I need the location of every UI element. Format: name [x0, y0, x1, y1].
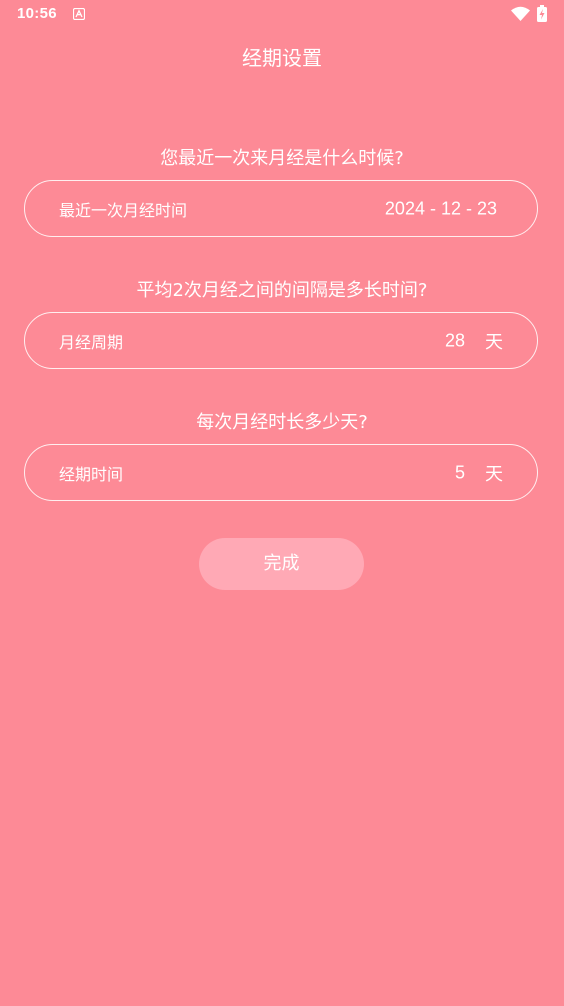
status-bar: 10:56	[0, 0, 564, 30]
page-title: 经期设置	[242, 46, 322, 70]
last-period-field[interactable]: 最近一次月经时间 2024 - 12 - 23	[24, 180, 538, 237]
last-period-question: 您最近一次来月经是什么时候?	[160, 148, 404, 169]
duration-field[interactable]: 经期时间 5 天	[24, 444, 538, 501]
battery-charging-icon	[537, 5, 547, 22]
wifi-icon	[511, 6, 530, 21]
cycle-label: 月经周期	[59, 332, 124, 352]
last-period-label: 最近一次月经时间	[59, 200, 188, 220]
app-notification-icon	[73, 8, 85, 20]
cycle-question: 平均2次月经之间的间隔是多长时间?	[136, 280, 428, 301]
cycle-field[interactable]: 月经周期 28 天	[24, 312, 538, 369]
last-period-date[interactable]: 2024 - 12 - 23	[385, 198, 497, 219]
duration-value[interactable]: 5	[455, 462, 465, 483]
done-button[interactable]: 完成	[199, 538, 364, 590]
duration-label: 经期时间	[59, 464, 124, 484]
status-time: 10:56	[17, 5, 57, 22]
duration-unit: 天	[485, 463, 503, 485]
cycle-unit: 天	[485, 331, 503, 353]
duration-question: 每次月经时长多少天?	[196, 412, 368, 433]
cycle-value[interactable]: 28	[445, 330, 465, 351]
